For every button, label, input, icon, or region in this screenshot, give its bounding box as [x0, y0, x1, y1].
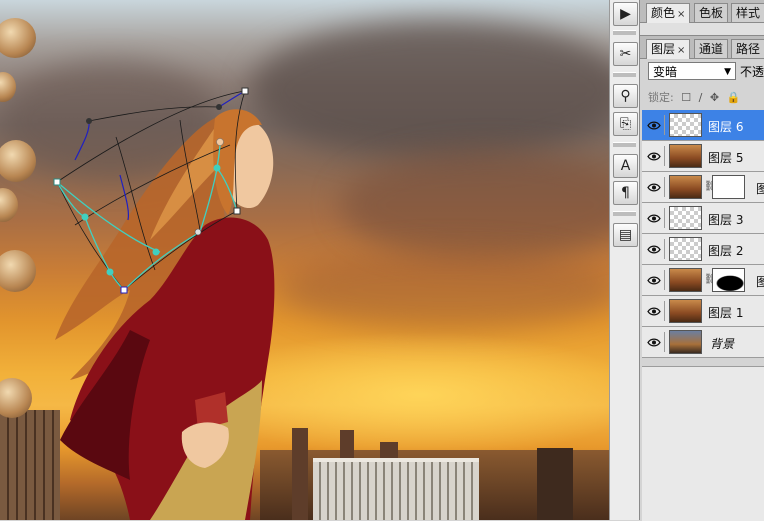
tab-label: 色板 [699, 6, 724, 20]
history-brush-icon[interactable]: ⎘ [613, 112, 638, 136]
tab-label: 样式 [736, 6, 761, 20]
layer-row[interactable]: 图层 5 [642, 141, 764, 172]
strip-separator [613, 72, 636, 77]
tab-color[interactable]: 颜色 × [646, 3, 691, 23]
layer-thumbnail[interactable] [669, 268, 702, 292]
close-icon[interactable]: × [677, 9, 685, 20]
eye-icon[interactable] [644, 208, 665, 228]
panel-dock: 颜色 × 色板 样式 图层 × 通道 路径 变暗 ▼ 不透 锁定: ☐ ∕ ✥ 🔒 … [639, 0, 764, 521]
layer-thumbnail[interactable] [669, 299, 702, 323]
layer-thumbnail[interactable] [669, 237, 702, 261]
lock-transparent-icon[interactable]: ☐ [681, 91, 691, 104]
layer-name[interactable]: 图层 1 [708, 304, 743, 321]
tab-paths[interactable]: 路径 [731, 39, 764, 58]
layer-row[interactable]: 图层 3 [642, 203, 764, 234]
layer-name[interactable]: 图层 6 [708, 118, 743, 135]
warp-mesh[interactable] [0, 0, 609, 520]
color-panel-body [640, 23, 764, 36]
lock-paint-icon[interactable]: ∕ [699, 91, 703, 104]
lock-label: 锁定: [648, 91, 674, 104]
paragraph-icon[interactable]: ¶ [613, 181, 638, 205]
layer-name[interactable]: 图 [756, 180, 764, 197]
layer-row[interactable]: ⛓ 图 [642, 265, 764, 296]
eye-icon[interactable] [644, 332, 665, 352]
clone-stamp-icon[interactable]: ⚲ [613, 84, 638, 108]
layer-name[interactable]: 图 [756, 273, 764, 290]
tab-swatches[interactable]: 色板 [694, 3, 729, 22]
layer-name[interactable]: 背景 [710, 335, 734, 352]
document-canvas[interactable] [0, 0, 638, 520]
layer-row[interactable]: 图层 1 [642, 296, 764, 327]
layer-thumbnail[interactable] [669, 175, 702, 199]
layer-thumbnail[interactable] [669, 206, 702, 230]
layer-mask-thumbnail[interactable] [712, 175, 745, 199]
play-icon[interactable]: ▶ [613, 2, 638, 26]
tab-label: 颜色 [651, 6, 676, 20]
eye-icon[interactable] [644, 301, 665, 321]
layer-thumbnail[interactable] [669, 113, 702, 137]
layer-row[interactable]: 图层 6 [642, 110, 764, 141]
eye-icon[interactable] [644, 146, 665, 166]
tab-label: 图层 [651, 42, 676, 56]
chevron-down-icon: ▼ [724, 67, 731, 77]
close-icon[interactable]: × [677, 45, 685, 56]
eye-icon[interactable] [644, 177, 665, 197]
strip-separator [613, 30, 636, 35]
lock-all-icon[interactable]: 🔒 [727, 91, 741, 104]
color-panel-tabs: 颜色 × 色板 样式 [640, 0, 764, 23]
layer-thumbnail[interactable] [669, 144, 702, 168]
layer-thumbnail[interactable] [669, 330, 702, 354]
tab-channels[interactable]: 通道 [694, 39, 729, 58]
layer-name[interactable]: 图层 3 [708, 211, 743, 228]
layer-name[interactable]: 图层 5 [708, 149, 743, 166]
tab-label: 路径 [736, 42, 761, 56]
layer-row[interactable]: 图层 2 [642, 234, 764, 265]
warp-handles [53, 87, 249, 294]
tab-label: 通道 [699, 42, 724, 56]
tab-layers[interactable]: 图层 × [646, 39, 691, 59]
lock-move-icon[interactable]: ✥ [710, 91, 719, 104]
tab-styles[interactable]: 样式 [731, 3, 764, 22]
layer-comps-icon[interactable]: ▤ [613, 223, 638, 247]
character-icon[interactable]: A [613, 154, 638, 178]
eye-icon[interactable] [644, 270, 665, 290]
strip-separator [613, 142, 636, 147]
layers-empty-area [642, 366, 764, 521]
layer-row[interactable]: 背景 [642, 327, 764, 358]
layer-name[interactable]: 图层 2 [708, 242, 743, 259]
brush-tools-icon[interactable]: ✂ [613, 42, 638, 66]
collapsed-panel-strip: ▶ ✂ ⚲ ⎘ A ¶ ▤ [609, 0, 640, 520]
blend-mode-value: 变暗 [653, 65, 678, 79]
eye-icon[interactable] [644, 115, 665, 135]
strip-separator [613, 211, 636, 216]
blend-mode-select[interactable]: 变暗 ▼ [648, 62, 736, 80]
layers-list: 图层 6 图层 5 ⛓ 图图层 3 图层 2 ⛓ 图图层 1 背景 [642, 110, 764, 358]
layer-row[interactable]: ⛓ 图 [642, 172, 764, 203]
lock-row: 锁定: ☐ ∕ ✥ 🔒 [648, 89, 740, 105]
eye-icon[interactable] [644, 239, 665, 259]
layer-mask-thumbnail[interactable] [712, 268, 745, 292]
opacity-label: 不透 [740, 65, 764, 79]
layers-panel-tabs: 图层 × 通道 路径 [640, 36, 764, 59]
